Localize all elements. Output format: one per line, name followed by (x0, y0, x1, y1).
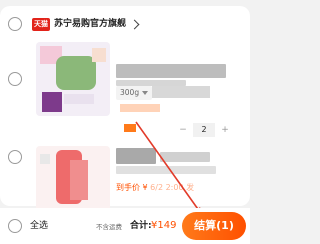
checkout-button[interactable]: 结算(1) (182, 212, 246, 240)
select-all-radio[interactable] (8, 219, 22, 233)
cart-footer: 全选 不含运费 合计: ¥149 结算(1) (0, 208, 250, 244)
total-label: 合计: (130, 221, 152, 231)
shipping-note: 不含运费 (96, 223, 122, 231)
total-price: ¥149 (151, 220, 177, 231)
select-all-label[interactable]: 全选 (30, 220, 48, 232)
